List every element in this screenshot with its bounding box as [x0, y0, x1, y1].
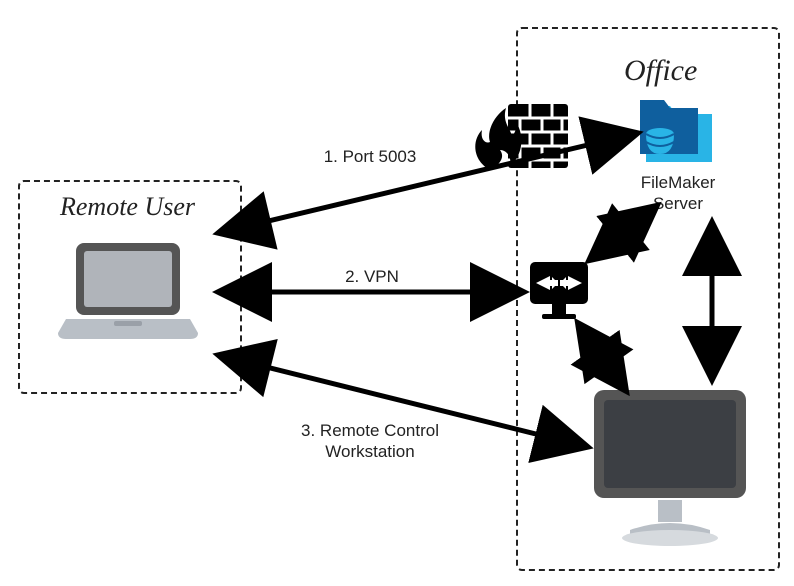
arrow-vpn-to-filemaker: [592, 208, 654, 258]
caption-port-5003: 1. Port 5003: [310, 146, 430, 167]
arrow-vpn-to-workstation: [580, 326, 624, 388]
caption-vpn: 2. VPN: [332, 266, 412, 287]
caption-remote-control: 3. Remote Control Workstation: [280, 420, 460, 463]
caption-remote-control-line2: Workstation: [325, 442, 414, 461]
caption-remote-control-line1: 3. Remote Control: [301, 421, 439, 440]
